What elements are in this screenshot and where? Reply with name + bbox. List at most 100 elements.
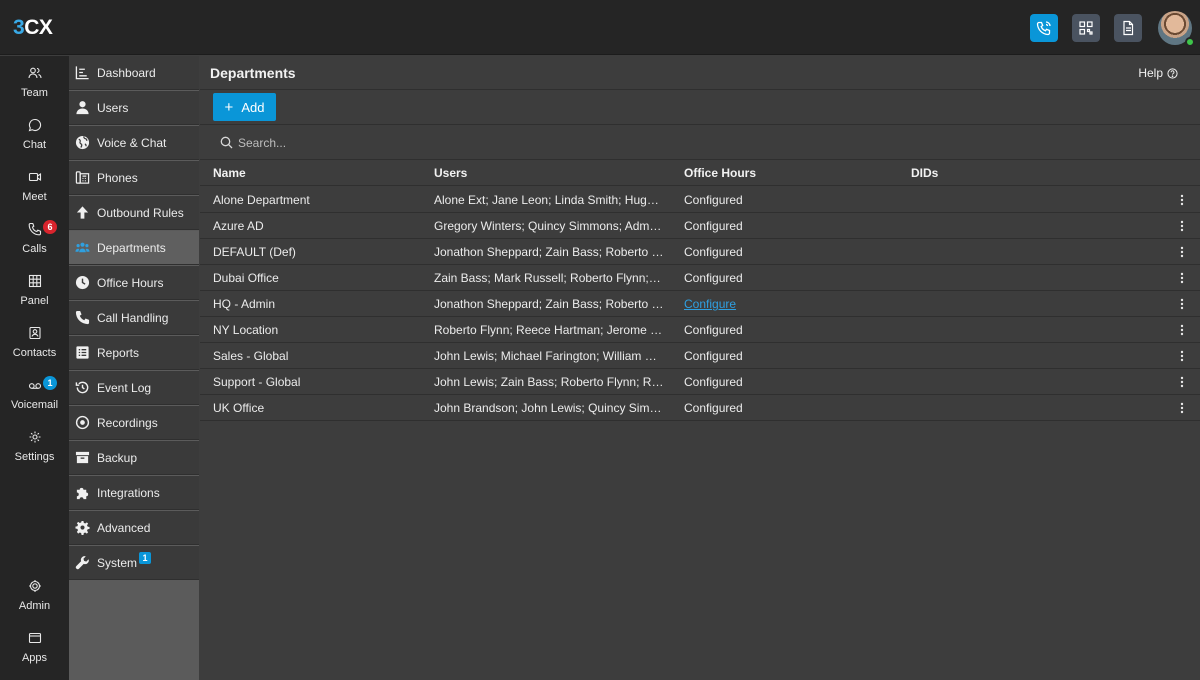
sidebar-item-label: Event Log bbox=[97, 380, 152, 395]
cell-office-hours: Configured bbox=[684, 219, 743, 233]
sidebar-item-dashboard[interactable]: Dashboard bbox=[69, 56, 199, 90]
rail-item-settings[interactable]: Settings bbox=[0, 430, 69, 476]
gear-icon bbox=[29, 431, 40, 443]
sidebar-item-event-log[interactable]: Event Log bbox=[69, 371, 199, 405]
rail-label: Admin bbox=[18, 600, 51, 612]
wrench-icon bbox=[75, 556, 89, 570]
cell-office-hours: Configured bbox=[684, 401, 743, 415]
phone-icon[interactable] bbox=[1030, 14, 1058, 42]
cell-office-hours: Configured bbox=[684, 193, 743, 207]
more-options-icon[interactable] bbox=[1176, 194, 1188, 206]
sidebar-item-call-handling[interactable]: Call Handling bbox=[69, 301, 199, 335]
document-icon[interactable] bbox=[1114, 14, 1142, 42]
more-options-icon[interactable] bbox=[1176, 324, 1188, 336]
rail-item-admin[interactable]: Admin bbox=[0, 579, 69, 625]
more-options-icon[interactable] bbox=[1176, 220, 1188, 232]
sidebar-item-system[interactable]: System 1 bbox=[69, 546, 199, 580]
sidebar-item-voice-chat[interactable]: Voice & Chat bbox=[69, 126, 199, 160]
sidebar-item-departments[interactable]: Departments bbox=[69, 231, 199, 265]
team-icon bbox=[27, 67, 42, 79]
more-options-icon[interactable] bbox=[1176, 350, 1188, 362]
cell-office-hours: Configured bbox=[684, 323, 743, 337]
sidebar-item-recordings[interactable]: Recordings bbox=[69, 406, 199, 440]
puzzle-icon bbox=[76, 487, 89, 500]
more-options-icon[interactable] bbox=[1176, 376, 1188, 388]
table-header: Name Users Office Hours DIDs bbox=[200, 161, 1200, 186]
sidebar-item-reports[interactable]: Reports bbox=[69, 336, 199, 370]
departments-icon bbox=[75, 242, 90, 253]
configure-link[interactable]: Configure bbox=[684, 297, 884, 311]
sidebar-item-users[interactable]: Users bbox=[69, 91, 199, 125]
more-options-icon[interactable] bbox=[1176, 402, 1188, 414]
sidebar-item-backup[interactable]: Backup bbox=[69, 441, 199, 475]
rail-label: Team bbox=[21, 87, 48, 99]
table-row[interactable]: NY Location Roberto Flynn; Reece Hartman… bbox=[200, 317, 1200, 343]
more-options-icon[interactable] bbox=[1176, 246, 1188, 258]
sidebar-item-office-hours[interactable]: Office Hours bbox=[69, 266, 199, 300]
table-row[interactable]: UK Office John Brandson; John Lewis; Qui… bbox=[200, 395, 1200, 421]
chat-icon bbox=[28, 118, 41, 132]
contacts-icon bbox=[28, 326, 41, 340]
admin-sidebar: Dashboard Users Voice & Chat Phones Outb… bbox=[69, 56, 199, 680]
cell-users: Jonathon Sheppard; Zain Bass; Roberto Fl… bbox=[434, 245, 664, 259]
sidebar-item-label: Backup bbox=[97, 450, 138, 465]
help-link[interactable]: Help bbox=[1138, 66, 1178, 80]
rail-item-contacts[interactable]: Contacts bbox=[0, 326, 69, 372]
archive-icon bbox=[75, 451, 90, 464]
sidebar-item-label: Advanced bbox=[97, 520, 151, 535]
table-row[interactable]: Sales - Global John Lewis; Michael Farin… bbox=[200, 343, 1200, 369]
sidebar-item-label: Recordings bbox=[97, 415, 158, 430]
table-row[interactable]: DEFAULT (Def) Jonathon Sheppard; Zain Ba… bbox=[200, 239, 1200, 265]
history-icon bbox=[75, 381, 89, 394]
page-header: Departments Help bbox=[200, 56, 1200, 90]
rail-item-team[interactable]: Team bbox=[0, 66, 69, 112]
cell-name: NY Location bbox=[213, 323, 279, 337]
column-header-name[interactable]: Name bbox=[213, 166, 423, 180]
sidebar-item-phones[interactable]: Phones bbox=[69, 161, 199, 195]
column-header-users[interactable]: Users bbox=[434, 166, 664, 180]
add-label: Add bbox=[241, 99, 265, 115]
table-row[interactable]: Alone Department Alone Ext; Jane Leon; L… bbox=[200, 187, 1200, 213]
app-rail: Team Chat Meet Calls 6 Panel Contacts Vo… bbox=[0, 56, 69, 680]
rail-item-chat[interactable]: Chat bbox=[0, 118, 69, 164]
table-row[interactable]: HQ - Admin Jonathon Sheppard; Zain Bass;… bbox=[200, 291, 1200, 317]
plus-icon: + bbox=[224, 98, 234, 116]
more-options-icon[interactable] bbox=[1176, 272, 1188, 284]
rail-label: Meet bbox=[22, 191, 47, 203]
cell-name: HQ - Admin bbox=[213, 297, 276, 311]
rail-item-meet[interactable]: Meet bbox=[0, 170, 69, 216]
sidebar-item-label: Phones bbox=[97, 170, 138, 185]
rail-item-apps[interactable]: Apps bbox=[0, 631, 69, 677]
table-row[interactable]: Support - Global John Lewis; Zain Bass; … bbox=[200, 369, 1200, 395]
cell-users: Zain Bass; Mark Russell; Roberto Flynn; … bbox=[434, 271, 664, 285]
grid-icon bbox=[28, 274, 41, 288]
sidebar-item-label: System bbox=[97, 555, 138, 570]
sidebar-item-advanced[interactable]: Advanced bbox=[69, 511, 199, 545]
sidebar-item-integrations[interactable]: Integrations bbox=[69, 476, 199, 510]
rail-label: Calls bbox=[22, 243, 47, 255]
table-row[interactable]: Azure AD Gregory Winters; Quincy Simmons… bbox=[200, 213, 1200, 239]
logo[interactable]: 3CX bbox=[13, 16, 53, 40]
search-input[interactable] bbox=[238, 135, 538, 150]
apps-icon bbox=[28, 632, 41, 644]
cell-users: Gregory Winters; Quincy Simmons; Admin .… bbox=[434, 219, 664, 233]
desk-phone-icon bbox=[75, 171, 90, 184]
cell-name: Azure AD bbox=[213, 219, 264, 233]
qr-code-icon[interactable] bbox=[1072, 14, 1100, 42]
column-header-office-hours[interactable]: Office Hours bbox=[684, 166, 884, 180]
more-options-icon[interactable] bbox=[1176, 298, 1188, 310]
rail-item-voicemail[interactable]: Voicemail 1 bbox=[0, 376, 69, 424]
rail-label: Contacts bbox=[12, 347, 57, 359]
rail-item-calls[interactable]: Calls 6 bbox=[0, 220, 69, 268]
online-status-indicator bbox=[1185, 37, 1195, 47]
cell-name: Support - Global bbox=[213, 375, 301, 389]
cog-icon bbox=[75, 520, 90, 535]
rail-item-panel[interactable]: Panel bbox=[0, 274, 69, 320]
column-header-dids[interactable]: DIDs bbox=[911, 166, 1111, 180]
table-row[interactable]: Dubai Office Zain Bass; Mark Russell; Ro… bbox=[200, 265, 1200, 291]
cell-users: John Lewis; Michael Farington; William H… bbox=[434, 349, 664, 363]
sidebar-item-outbound-rules[interactable]: Outbound Rules bbox=[69, 196, 199, 230]
page-title: Departments bbox=[210, 65, 296, 81]
add-button[interactable]: + Add bbox=[213, 93, 276, 121]
cell-name: Dubai Office bbox=[213, 271, 279, 285]
